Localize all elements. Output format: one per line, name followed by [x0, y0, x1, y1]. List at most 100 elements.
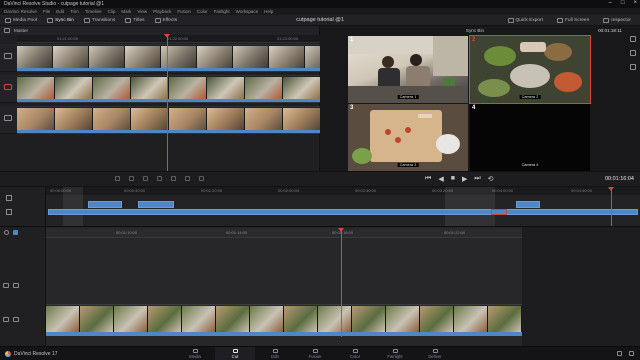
- menu-item[interactable]: File: [43, 9, 50, 14]
- page-color[interactable]: Color: [335, 347, 375, 360]
- source-tape-header: Master: [0, 26, 319, 35]
- menu-item[interactable]: Workspace: [236, 9, 258, 14]
- menu-item[interactable]: Fusion: [177, 9, 191, 14]
- camera-1-view[interactable]: 1 Camera 1: [348, 36, 468, 103]
- menu-item[interactable]: Fairlight: [214, 9, 230, 14]
- loop-icon[interactable]: ⟲: [488, 175, 494, 183]
- split-icon[interactable]: [6, 195, 12, 201]
- upper-track-1[interactable]: [46, 201, 640, 209]
- track-header-3[interactable]: [0, 106, 17, 134]
- jump-end-icon[interactable]: ⏭: [474, 175, 480, 183]
- lock-icon[interactable]: [3, 283, 9, 288]
- lower-video-track[interactable]: [46, 304, 522, 336]
- source-track-camera-3[interactable]: [17, 106, 320, 134]
- audio-icon[interactable]: [630, 64, 636, 70]
- clip-thumbnail: [233, 46, 269, 69]
- full-screen-icon: [557, 17, 563, 23]
- play-icon[interactable]: ▶: [462, 175, 467, 183]
- tool-icon[interactable]: [157, 176, 162, 181]
- clip-thumbnail: [207, 77, 245, 100]
- camera-4-view[interactable]: 4 Camera 4: [470, 104, 590, 171]
- page-fairlight[interactable]: Fairlight: [375, 347, 415, 360]
- lower-ruler[interactable]: 00:01:10:00 00:01:14:00 00:01:18:00 00:0…: [46, 229, 522, 238]
- video-track-icon[interactable]: [13, 317, 19, 322]
- menu-item[interactable]: Trim: [70, 9, 79, 14]
- clip-thumbnail: [454, 306, 488, 333]
- upper-track-2[interactable]: [46, 209, 640, 218]
- menu-item[interactable]: Timeline: [85, 9, 102, 14]
- upper-playhead-handle[interactable]: [608, 187, 614, 191]
- source-playhead-handle[interactable]: [164, 34, 170, 38]
- camera-2-scene: [470, 36, 590, 103]
- effects-button[interactable]: Effects: [150, 15, 183, 25]
- settings-icon[interactable]: [4, 230, 9, 235]
- tool-icon[interactable]: [129, 176, 134, 181]
- clip-thumbnail: [80, 306, 114, 333]
- menu-item[interactable]: Edit: [56, 9, 64, 14]
- sync-bin-button[interactable]: Sync Bin: [42, 15, 79, 25]
- stop-icon[interactable]: ■: [451, 175, 455, 183]
- jump-start-icon[interactable]: ⏮: [425, 175, 431, 183]
- quick-export-label: Quick Export: [515, 17, 543, 23]
- clip-thumbnail: [283, 77, 320, 100]
- bin-label[interactable]: Master: [14, 28, 28, 33]
- upper-ruler[interactable]: 00:00:00:00 00:00:40:00 00:01:20:00 00:0…: [46, 187, 640, 195]
- home-icon[interactable]: [617, 351, 622, 356]
- ruler-label: 01:23:00:00: [277, 36, 299, 41]
- menu-item[interactable]: Clip: [108, 9, 116, 14]
- track-header-1[interactable]: [0, 44, 17, 72]
- page-media[interactable]: Media: [175, 347, 215, 360]
- audio-track-icon[interactable]: [13, 283, 19, 288]
- source-track-camera-1[interactable]: [17, 44, 320, 72]
- minimize-icon[interactable]: –: [609, 0, 612, 6]
- upper-playhead[interactable]: [611, 188, 612, 227]
- timeline-clip[interactable]: [88, 201, 122, 208]
- source-playhead[interactable]: [167, 35, 168, 171]
- trim-icon[interactable]: [6, 209, 12, 215]
- source-track-camera-2[interactable]: [17, 75, 320, 103]
- settings-icon[interactable]: [629, 351, 634, 356]
- tool-icon[interactable]: [143, 176, 148, 181]
- camera-3-view[interactable]: 3 Camera 3: [348, 104, 468, 171]
- media-pool-button[interactable]: Media Pool: [0, 15, 42, 25]
- camera-2-view[interactable]: 2 Camera 2: [469, 35, 591, 104]
- tool-icon[interactable]: [199, 176, 204, 181]
- camera-label: Camera 2: [519, 95, 541, 99]
- close-icon[interactable]: ×: [633, 0, 637, 6]
- deliver-page-icon: [432, 348, 438, 353]
- inspector-button[interactable]: Inspector: [598, 15, 636, 25]
- lock-icon[interactable]: [3, 317, 9, 322]
- menu-item[interactable]: Mark: [121, 9, 131, 14]
- menu-item[interactable]: Playback: [153, 9, 171, 14]
- play-reverse-icon[interactable]: ◀: [438, 175, 443, 183]
- clip-thumbnail: [148, 306, 182, 333]
- track-header-2[interactable]: [0, 75, 17, 103]
- timeline-clip[interactable]: [516, 201, 540, 208]
- snap-icon[interactable]: [13, 230, 18, 235]
- page-cut[interactable]: Cut: [215, 347, 255, 360]
- source-tape-panel: Master 01:21:00:00 01:22:00:00 01:23:00:…: [0, 26, 320, 171]
- tool-icon[interactable]: [171, 176, 176, 181]
- quick-export-button[interactable]: Quick Export: [503, 15, 548, 25]
- transitions-button[interactable]: Transitions: [79, 15, 120, 25]
- davinci-logo-icon: [5, 351, 11, 357]
- page-fusion[interactable]: Fusion: [295, 347, 335, 360]
- page-deliver[interactable]: Deliver: [415, 347, 455, 360]
- menu-item[interactable]: DaVinci Resolve: [4, 9, 37, 14]
- titles-button[interactable]: Titles: [120, 15, 149, 25]
- maximize-icon[interactable]: □: [621, 0, 625, 6]
- tool-icon[interactable]: [185, 176, 190, 181]
- sync-icon[interactable]: [630, 36, 636, 42]
- timeline-clip[interactable]: [48, 209, 638, 215]
- lower-playhead-handle[interactable]: [338, 228, 344, 232]
- menu-item[interactable]: View: [137, 9, 147, 14]
- timeline-clip[interactable]: [138, 201, 174, 208]
- sort-icon[interactable]: [630, 50, 636, 56]
- film-icon: [4, 84, 12, 90]
- menu-item[interactable]: Help: [264, 9, 273, 14]
- full-screen-button[interactable]: Full Screen: [552, 15, 594, 25]
- menu-item[interactable]: Color: [197, 9, 208, 14]
- tool-icon[interactable]: [115, 176, 120, 181]
- lower-playhead[interactable]: [341, 230, 342, 337]
- page-edit[interactable]: Edit: [255, 347, 295, 360]
